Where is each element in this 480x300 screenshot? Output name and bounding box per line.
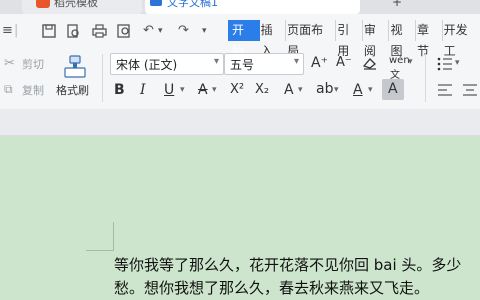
- superscript-button[interactable]: X²: [230, 81, 244, 99]
- tab-document-label: 文字文稿1: [167, 0, 218, 9]
- ribbon-separator: [425, 54, 426, 102]
- new-tab-icon[interactable]: +: [392, 0, 402, 9]
- title-bar: 稻壳模板 文字文稿1 +: [0, 0, 480, 14]
- tab-template[interactable]: 稻壳模板: [22, 0, 142, 14]
- font-size-value: 五号: [230, 58, 255, 72]
- menu-page-layout[interactable]: 页面布局: [286, 20, 337, 58]
- chevron-down-icon[interactable]: ▾: [334, 85, 339, 95]
- menu-view[interactable]: 视图: [389, 20, 417, 58]
- cut-label[interactable]: 剪切: [22, 56, 44, 72]
- char-shading-icon: A: [388, 81, 398, 97]
- menu-references[interactable]: 引用: [336, 20, 363, 58]
- redo-icon[interactable]: ↷: [178, 20, 189, 42]
- cut-icon[interactable]: ✂: [4, 56, 15, 71]
- chevron-down-icon[interactable]: ▾: [212, 85, 217, 95]
- format-painter-label[interactable]: 格式刷: [56, 82, 89, 98]
- strikethrough-button[interactable]: A: [198, 81, 208, 99]
- bullet-list-icon[interactable]: [437, 57, 453, 71]
- menu-review[interactable]: 审阅: [363, 20, 390, 58]
- docer-icon: [36, 0, 50, 8]
- menu-icon[interactable]: ≡: [2, 20, 13, 42]
- margin-corner-mark: [113, 222, 114, 250]
- customize-dropdown-icon[interactable]: ▾: [202, 20, 207, 42]
- ribbon-separator: [102, 54, 103, 102]
- print-preview-icon[interactable]: [66, 24, 80, 38]
- align-left-icon[interactable]: [437, 83, 453, 97]
- chevron-down-icon[interactable]: ▾: [298, 85, 303, 95]
- char-shading-button[interactable]: A: [382, 79, 404, 100]
- shrink-font-icon[interactable]: A⁻: [336, 54, 352, 72]
- font-name-value: 宋体 (正文): [116, 58, 178, 72]
- writer-doc-icon: [150, 0, 162, 6]
- copy-label[interactable]: 复制: [22, 82, 44, 98]
- chevron-down-icon[interactable]: ▾: [180, 85, 185, 95]
- font-name-select[interactable]: 宋体 (正文) ▾: [110, 53, 224, 75]
- tab-document[interactable]: 文字文稿1: [145, 0, 360, 14]
- copy-icon[interactable]: ⧉: [4, 82, 13, 97]
- clear-format-icon[interactable]: [362, 56, 378, 70]
- format-painter-icon[interactable]: [62, 54, 88, 80]
- menu-home[interactable]: 开始: [228, 20, 260, 58]
- italic-button[interactable]: I: [140, 81, 146, 99]
- font-color-button[interactable]: A: [353, 81, 363, 99]
- bold-button[interactable]: B: [114, 81, 125, 99]
- document-text-line[interactable]: 等你我等了那么久，花开花落不见你回 bai 头。多少: [114, 254, 461, 275]
- undo-dropdown-icon[interactable]: ▾: [158, 20, 163, 42]
- align-center-icon[interactable]: [462, 83, 478, 97]
- chevron-down-icon[interactable]: ▾: [408, 57, 413, 67]
- menu-section[interactable]: 章节: [416, 20, 443, 58]
- underline-button[interactable]: U: [164, 81, 174, 99]
- font-size-select[interactable]: 五号 ▾: [224, 53, 304, 75]
- find-replace-icon[interactable]: [117, 24, 132, 38]
- subscript-button[interactable]: X₂: [255, 81, 269, 99]
- print-icon[interactable]: [92, 24, 107, 38]
- menu-insert[interactable]: 插入: [260, 20, 287, 58]
- chevron-down-icon[interactable]: ▾: [368, 85, 373, 95]
- undo-icon[interactable]: ↶: [143, 20, 154, 42]
- tab-template-label: 稻壳模板: [54, 0, 98, 9]
- toolbar-divider: |: [14, 23, 19, 38]
- highlight-button[interactable]: ab: [316, 80, 333, 98]
- menu-bar: 开始 插入 页面布局 引用 审阅 视图 章节 开发工: [228, 20, 480, 58]
- document-text-line[interactable]: 愁。想你我想了那么久，春去秋来燕来又飞走。: [114, 277, 429, 298]
- horizontal-ruler: [0, 109, 480, 136]
- chevron-down-icon: ▾: [293, 56, 299, 67]
- margin-corner-mark: [86, 250, 114, 251]
- chevron-down-icon: ▾: [213, 56, 219, 67]
- chevron-down-icon[interactable]: ▾: [455, 58, 460, 68]
- menu-developer[interactable]: 开发工: [443, 20, 480, 58]
- text-effect-button[interactable]: A: [284, 81, 294, 99]
- save-icon[interactable]: [42, 24, 56, 38]
- grow-font-icon[interactable]: A⁺: [311, 54, 328, 72]
